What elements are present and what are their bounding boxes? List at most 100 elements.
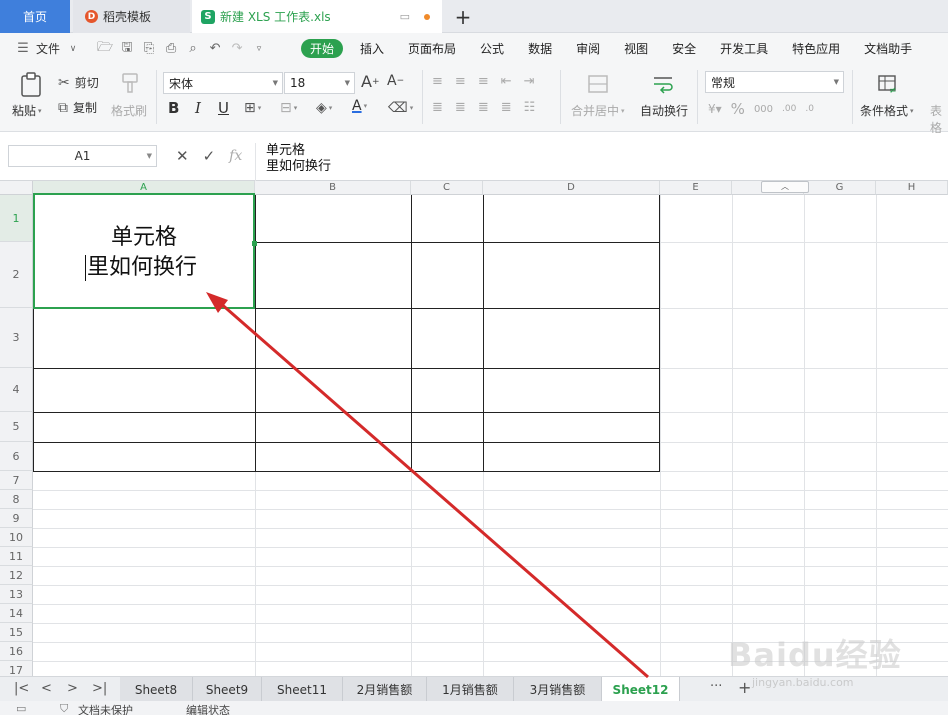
doc-protect-status[interactable]: 文档未保护 bbox=[78, 702, 133, 715]
align-left-icon[interactable]: ≣ bbox=[432, 100, 443, 115]
tab-review[interactable]: 审阅 bbox=[564, 33, 612, 64]
table-style-button[interactable]: 表格 bbox=[930, 102, 948, 136]
first-sheet-icon[interactable]: |< bbox=[14, 681, 29, 696]
open-folder-icon[interactable]: 🗁 bbox=[96, 40, 114, 58]
sheet-tab-sheet8[interactable]: Sheet8 bbox=[120, 677, 193, 702]
redo-icon[interactable]: ↷ bbox=[228, 40, 246, 58]
row-header-14[interactable]: 14 bbox=[0, 604, 33, 623]
more-sheets-button[interactable]: ··· bbox=[710, 679, 722, 694]
file-menu[interactable]: 文件 bbox=[36, 40, 60, 57]
justify-icon[interactable]: ≣ bbox=[501, 100, 512, 115]
sheet-tab-sheet11[interactable]: Sheet11 bbox=[262, 677, 343, 702]
sheet-tab-feb-sales[interactable]: 2月销售额 bbox=[343, 677, 427, 702]
sheet-tab-sheet12[interactable]: Sheet12 bbox=[602, 677, 680, 702]
increase-decimal-icon[interactable]: .00 bbox=[782, 104, 796, 114]
bold-button[interactable]: B bbox=[168, 99, 179, 117]
number-format-select[interactable]: 常规 ▼ bbox=[705, 71, 844, 93]
tab-developer[interactable]: 开发工具 bbox=[708, 33, 780, 64]
tab-view[interactable]: 视图 bbox=[612, 33, 660, 64]
sheet-tab-sheet9[interactable]: Sheet9 bbox=[193, 677, 262, 702]
collapse-formula-button[interactable]: ︿ bbox=[761, 181, 809, 193]
screen-icon[interactable]: ▭ bbox=[400, 10, 410, 23]
format-painter-icon[interactable] bbox=[119, 72, 141, 94]
row-header-11[interactable]: 11 bbox=[0, 547, 33, 566]
row-header-12[interactable]: 12 bbox=[0, 566, 33, 585]
export-icon[interactable]: ⎘ bbox=[140, 40, 158, 58]
tab-start[interactable]: 开始 bbox=[301, 39, 344, 58]
fill-handle[interactable] bbox=[252, 241, 257, 246]
font-name-select[interactable]: 宋体 ▼ bbox=[163, 72, 283, 94]
column-header-g[interactable]: G bbox=[804, 181, 876, 195]
row-header-7[interactable]: 7 bbox=[0, 471, 33, 490]
font-size-select[interactable]: 18 ▼ bbox=[284, 72, 355, 94]
cell-a1-editor[interactable]: 单元格 里如何换行 bbox=[33, 193, 257, 309]
cell-style-button[interactable]: ⊟ ▾ bbox=[280, 100, 297, 116]
add-sheet-button[interactable]: + bbox=[738, 678, 751, 697]
next-sheet-icon[interactable]: > bbox=[67, 681, 78, 696]
chevron-down-icon[interactable]: ∨ bbox=[64, 40, 82, 58]
last-sheet-icon[interactable]: >| bbox=[92, 681, 107, 696]
column-header-b[interactable]: B bbox=[255, 181, 411, 195]
tab-features[interactable]: 特色应用 bbox=[780, 33, 852, 64]
underline-button[interactable]: U bbox=[218, 99, 229, 117]
row-header-13[interactable]: 13 bbox=[0, 585, 33, 604]
sheet-tab-jan-sales[interactable]: 1月销售额 bbox=[427, 677, 514, 702]
thousands-icon[interactable]: 000 bbox=[754, 104, 773, 115]
new-tab-button[interactable]: + bbox=[448, 0, 478, 33]
print-preview-icon[interactable]: ⌕ bbox=[184, 40, 202, 58]
copy-button[interactable]: ⧉ 复制 bbox=[58, 99, 97, 116]
wrap-text-icon[interactable] bbox=[651, 72, 677, 96]
paste-icon[interactable] bbox=[14, 72, 48, 98]
clear-button[interactable]: ⌫ ▾ bbox=[388, 100, 413, 116]
increase-font-button[interactable]: A + bbox=[361, 72, 380, 91]
column-header-c[interactable]: C bbox=[411, 181, 483, 195]
align-middle-icon[interactable]: ≡ bbox=[455, 74, 466, 89]
row-header-17[interactable]: 17 bbox=[0, 661, 33, 676]
indent-increase-icon[interactable]: ⇥ bbox=[524, 74, 535, 89]
tab-page-layout[interactable]: 页面布局 bbox=[396, 33, 468, 64]
customize-icon[interactable]: ▿ bbox=[250, 40, 268, 58]
layout-icon[interactable]: ▭ bbox=[16, 702, 26, 715]
align-center-icon[interactable]: ≣ bbox=[455, 100, 466, 115]
tab-security[interactable]: 安全 bbox=[660, 33, 708, 64]
cut-button[interactable]: ✂ 剪切 bbox=[58, 74, 99, 91]
merge-center-icon[interactable] bbox=[586, 72, 610, 96]
row-header-9[interactable]: 9 bbox=[0, 509, 33, 528]
undo-icon[interactable]: ↶ bbox=[206, 40, 224, 58]
align-right-icon[interactable]: ≣ bbox=[478, 100, 489, 115]
font-color-button[interactable]: A ▾ bbox=[352, 98, 367, 114]
hamburger-icon[interactable]: ☰ bbox=[14, 40, 32, 58]
align-bottom-icon[interactable]: ≡ bbox=[478, 74, 489, 89]
cancel-icon[interactable]: ✕ bbox=[176, 147, 189, 165]
tab-formula[interactable]: 公式 bbox=[468, 33, 516, 64]
currency-icon[interactable]: ¥▾ bbox=[708, 102, 722, 116]
tab-document[interactable]: S 新建 XLS 工作表.xls ▭ bbox=[192, 0, 442, 33]
italic-button[interactable]: I bbox=[195, 99, 201, 117]
indent-decrease-icon[interactable]: ⇤ bbox=[501, 74, 512, 89]
paste-button[interactable]: 粘贴 ▾ bbox=[12, 102, 42, 119]
conditional-format-icon[interactable]: ≠ bbox=[876, 72, 900, 96]
percent-icon[interactable]: % bbox=[731, 100, 745, 118]
prev-sheet-icon[interactable]: < bbox=[41, 681, 52, 696]
formula-input[interactable]: 单元格 里如何换行 bbox=[255, 143, 948, 183]
decrease-decimal-icon[interactable]: .0 bbox=[805, 104, 814, 114]
row-header-1[interactable]: 1 bbox=[0, 195, 33, 242]
select-all-corner[interactable] bbox=[0, 181, 33, 195]
column-header-e[interactable]: E bbox=[660, 181, 732, 195]
name-box[interactable]: A1 ▼ bbox=[8, 145, 157, 167]
align-top-icon[interactable]: ≡ bbox=[432, 74, 443, 89]
column-header-d[interactable]: D bbox=[483, 181, 660, 195]
tab-template[interactable]: D 稻壳模板 bbox=[73, 0, 190, 33]
column-header-h[interactable]: H bbox=[876, 181, 948, 195]
row-header-4[interactable]: 4 bbox=[0, 368, 33, 412]
row-header-15[interactable]: 15 bbox=[0, 623, 33, 642]
distribute-icon[interactable]: ☷ bbox=[524, 100, 536, 115]
tab-doc-assistant[interactable]: 文档助手 bbox=[852, 33, 924, 64]
merge-center-button[interactable]: 合并居中 ▾ bbox=[571, 102, 625, 119]
row-header-10[interactable]: 10 bbox=[0, 528, 33, 547]
spreadsheet-grid[interactable]: A B C D E F G H ︿ 1 2 3 4 5 6 7 8 9 10 1… bbox=[0, 181, 948, 676]
conditional-format-button[interactable]: 条件格式 ▾ bbox=[860, 102, 914, 119]
sheet-tab-mar-sales[interactable]: 3月销售额 bbox=[514, 677, 602, 702]
tab-insert[interactable]: 插入 bbox=[348, 33, 396, 64]
row-header-6[interactable]: 6 bbox=[0, 442, 33, 471]
